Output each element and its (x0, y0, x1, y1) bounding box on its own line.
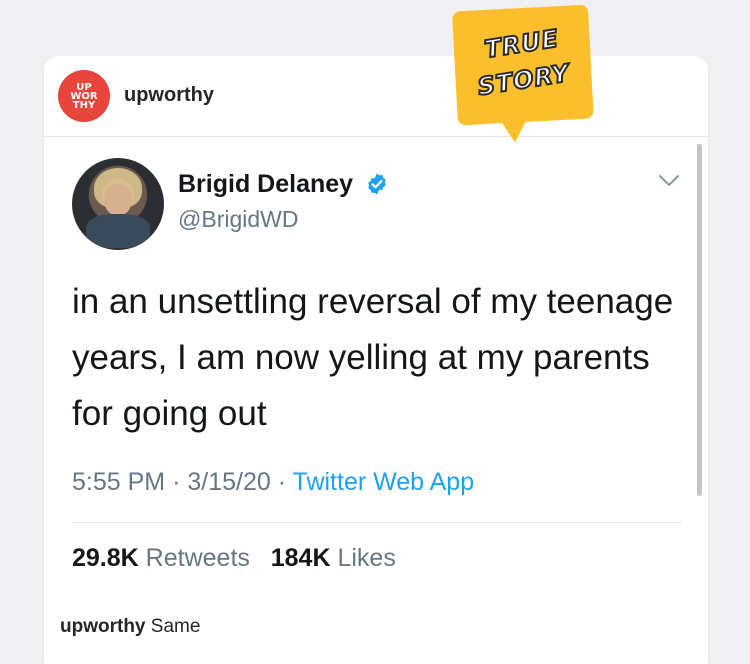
tweet-text: in an unsettling reversal of my teenage … (72, 282, 674, 433)
scrollbar[interactable] (697, 144, 702, 496)
upworthy-logo[interactable]: UP WOR THY (58, 70, 110, 122)
handle[interactable]: @BrigidWD (178, 206, 298, 233)
logo-line-3: THY (72, 99, 96, 111)
post-header: UP WOR THY upworthy (44, 56, 708, 137)
embedded-tweet: Brigid Delaney @BrigidWD in an unsettlin… (44, 136, 708, 596)
display-name[interactable]: Brigid Delaney (178, 170, 353, 199)
tweet-meta: 5:55 PM · 3/15/20 · Twitter Web App (72, 468, 474, 497)
account-name[interactable]: upworthy (124, 84, 214, 107)
retweets-label: Retweets (145, 544, 250, 572)
caption-text: Same (150, 616, 201, 637)
verified-badge-icon (368, 173, 386, 195)
avatar[interactable] (72, 158, 164, 250)
post-caption: upworthy Same (60, 616, 200, 638)
page: UP WOR THY upworthy Brigid Delaney @Brig… (0, 0, 750, 664)
tweet-stats: 29.8K Retweets 184K Likes (72, 544, 396, 573)
meta-separator-2: · (277, 468, 287, 496)
tweet-time[interactable]: 5:55 PM (72, 468, 165, 496)
sticker-tail (499, 117, 529, 144)
meta-separator: · (172, 468, 181, 496)
post-card: UP WOR THY upworthy Brigid Delaney @Brig… (44, 56, 708, 664)
retweets-stat[interactable]: 29.8K Retweets (72, 544, 250, 572)
divider (72, 522, 682, 523)
likes-stat[interactable]: 184K Likes (271, 544, 396, 572)
chevron-down-icon[interactable] (658, 174, 680, 188)
true-story-sticker: TRUE STORY (452, 4, 594, 144)
avatar-face (104, 184, 132, 216)
avatar-scarf (86, 214, 150, 248)
caption-user[interactable]: upworthy (60, 616, 146, 637)
likes-count: 184K (270, 544, 331, 572)
tweet-source-link[interactable]: Twitter Web App (293, 468, 475, 496)
likes-label: Likes (337, 544, 396, 572)
tweet-date[interactable]: 3/15/20 (187, 468, 270, 496)
retweets-count: 29.8K (72, 544, 139, 572)
